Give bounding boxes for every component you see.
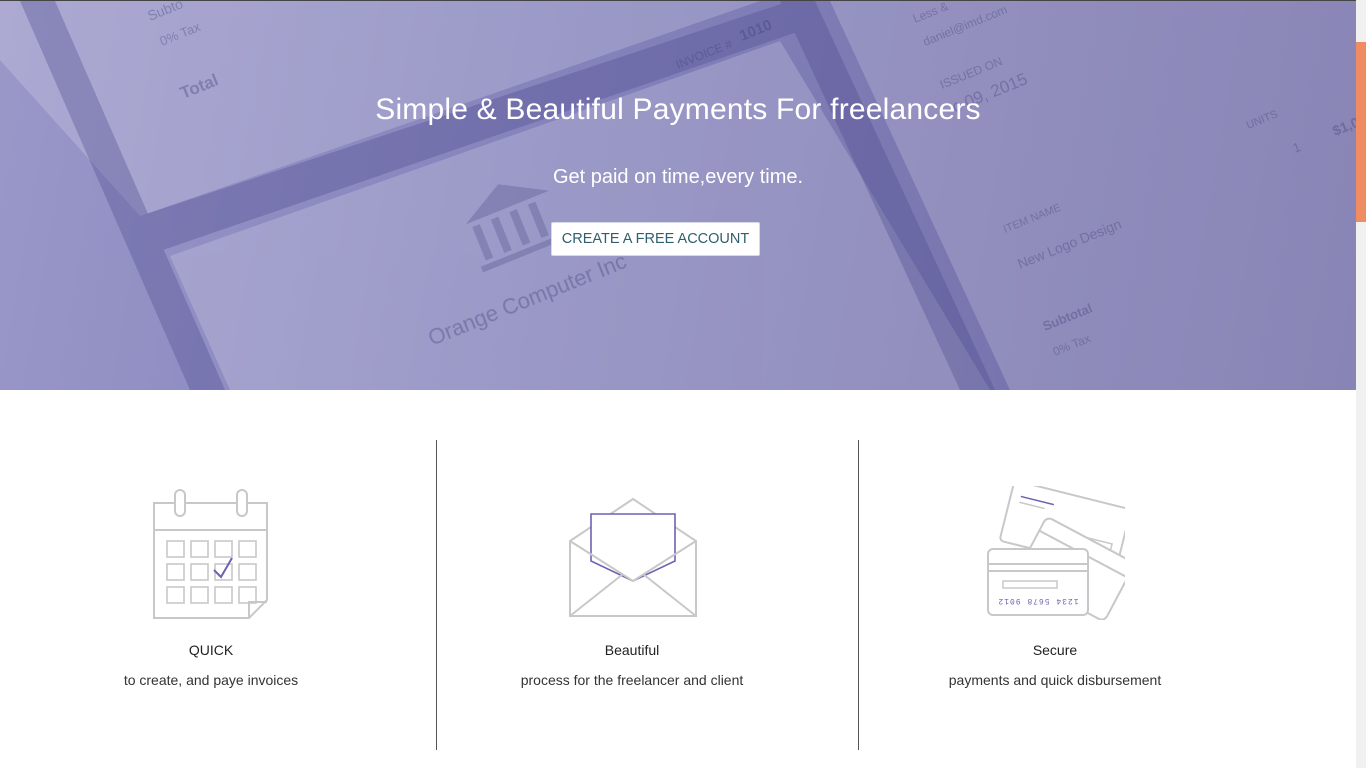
feature-description: to create, and paye invoices (123, 672, 299, 688)
hero-subtitle: Get paid on time,every time. (552, 166, 804, 188)
create-account-button[interactable]: CREATE A FREE ACCOUNT (551, 222, 760, 256)
scrollbar-thumb[interactable] (1356, 42, 1366, 222)
envelope-letter-icon (569, 497, 697, 617)
feature-quick: QUICK to create, and paye invoices (1, 390, 421, 768)
hero-title: Simple & Beautiful Payments For freelanc… (375, 93, 981, 126)
calendar-check-icon (153, 489, 268, 619)
credit-cards-icon: 1234 5678 9012 (987, 486, 1125, 620)
features-section: QUICK to create, and paye invoices Beaut… (0, 390, 1356, 768)
card-number: 1234 5678 9012 (997, 596, 1078, 605)
invoice-background-illustration: Subto 0% Tax Total INVOICE # 1010 Less &… (0, 1, 1356, 390)
feature-beautiful: Beautiful process for the freelancer and… (422, 390, 842, 768)
feature-title: QUICK (188, 642, 234, 658)
feature-title: Secure (1032, 642, 1078, 658)
hero-banner: Subto 0% Tax Total INVOICE # 1010 Less &… (0, 1, 1356, 390)
scrollbar[interactable] (1356, 0, 1366, 768)
feature-description: process for the freelancer and client (520, 672, 744, 688)
feature-description: payments and quick disbursement (948, 672, 1162, 688)
feature-title: Beautiful (604, 642, 660, 658)
feature-secure: 1234 5678 9012 Secure payments and quick… (845, 390, 1265, 768)
